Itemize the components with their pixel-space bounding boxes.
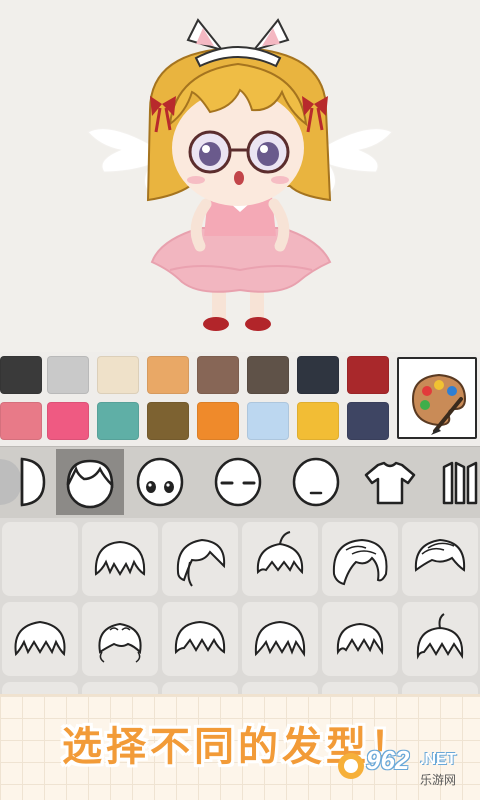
hair-style-sprout[interactable] <box>402 602 478 676</box>
site-watermark: 962 .NET 乐游网 <box>336 745 476 795</box>
hair-wavy-long-icon <box>332 538 388 586</box>
skin-half-icon <box>0 457 46 507</box>
color-swatch-r1-7[interactable] <box>347 356 389 394</box>
watermark-subtitle: 乐游网 <box>420 773 457 787</box>
tshirt-icon <box>364 461 416 505</box>
hair-messy-icon <box>14 620 66 657</box>
hair-style-bob[interactable] <box>82 522 158 596</box>
tab-mouth[interactable] <box>282 449 350 515</box>
tab-eyebrows[interactable] <box>204 449 272 515</box>
hair-style-side-swept[interactable] <box>162 522 238 596</box>
hair-sprout-icon <box>416 613 464 660</box>
color-swatch-r2-1[interactable] <box>47 402 89 440</box>
hair-style-layered[interactable] <box>322 602 398 676</box>
tab-dress[interactable] <box>430 449 480 515</box>
hair-style-messy[interactable] <box>2 602 78 676</box>
tab-hair[interactable] <box>56 449 124 515</box>
color-swatch-r2-3[interactable] <box>147 402 189 440</box>
closed-eyes-face-icon <box>214 457 262 507</box>
color-swatch-r2-4[interactable] <box>197 402 239 440</box>
color-swatch-r1-5[interactable] <box>247 356 289 394</box>
hair-style-spiky-short[interactable] <box>242 522 318 596</box>
color-swatch-r1-0[interactable] <box>0 356 42 394</box>
watermark-logo-icon <box>338 753 364 779</box>
color-swatch-r2-6[interactable] <box>297 402 339 440</box>
color-swatch-r1-1[interactable] <box>47 356 89 394</box>
color-swatch-r2-2[interactable] <box>97 402 139 440</box>
hair-style-fluffy-bangs[interactable] <box>162 602 238 676</box>
hair-head-icon <box>66 459 114 509</box>
dress-icon <box>442 461 478 505</box>
tab-eyes[interactable] <box>126 449 194 515</box>
hair-bob-icon <box>94 540 146 576</box>
eyes-face-icon <box>136 457 184 507</box>
color-swatch-r1-6[interactable] <box>297 356 339 394</box>
palette-brush-icon <box>411 373 467 435</box>
avatar-stage <box>0 0 480 352</box>
color-swatch-r1-2[interactable] <box>97 356 139 394</box>
hair-fluffy-bangs-icon <box>174 620 226 655</box>
color-swatch-r2-5[interactable] <box>247 402 289 440</box>
watermark-domain: .NET <box>420 751 457 768</box>
hair-style-grid <box>0 518 480 756</box>
hair-style-short-bangs[interactable] <box>242 602 318 676</box>
hair-pompadour-icon <box>414 538 466 572</box>
custom-color-button[interactable] <box>397 357 477 439</box>
watermark-number: 962 <box>366 745 410 775</box>
hair-layered-icon <box>336 622 384 655</box>
hair-style-blank[interactable] <box>2 522 78 596</box>
hair-style-pompadour[interactable] <box>402 522 478 596</box>
hair-curly-icon <box>98 622 142 663</box>
mouth-face-icon <box>292 457 340 507</box>
hair-short-bangs-icon <box>254 620 306 658</box>
color-swatch-r1-4[interactable] <box>197 356 239 394</box>
tab-skin-tone[interactable] <box>0 449 56 515</box>
tab-top[interactable] <box>356 449 424 515</box>
avatar-character <box>87 18 393 331</box>
color-swatch-r2-7[interactable] <box>347 402 389 440</box>
category-bar <box>0 446 480 518</box>
hair-style-curly[interactable] <box>82 602 158 676</box>
hair-style-wavy-long[interactable] <box>322 522 398 596</box>
hair-spiky-short-icon <box>256 531 304 575</box>
color-swatch-r2-0[interactable] <box>0 402 42 440</box>
hair-side-swept-icon <box>176 538 226 587</box>
color-swatch-r1-3[interactable] <box>147 356 189 394</box>
